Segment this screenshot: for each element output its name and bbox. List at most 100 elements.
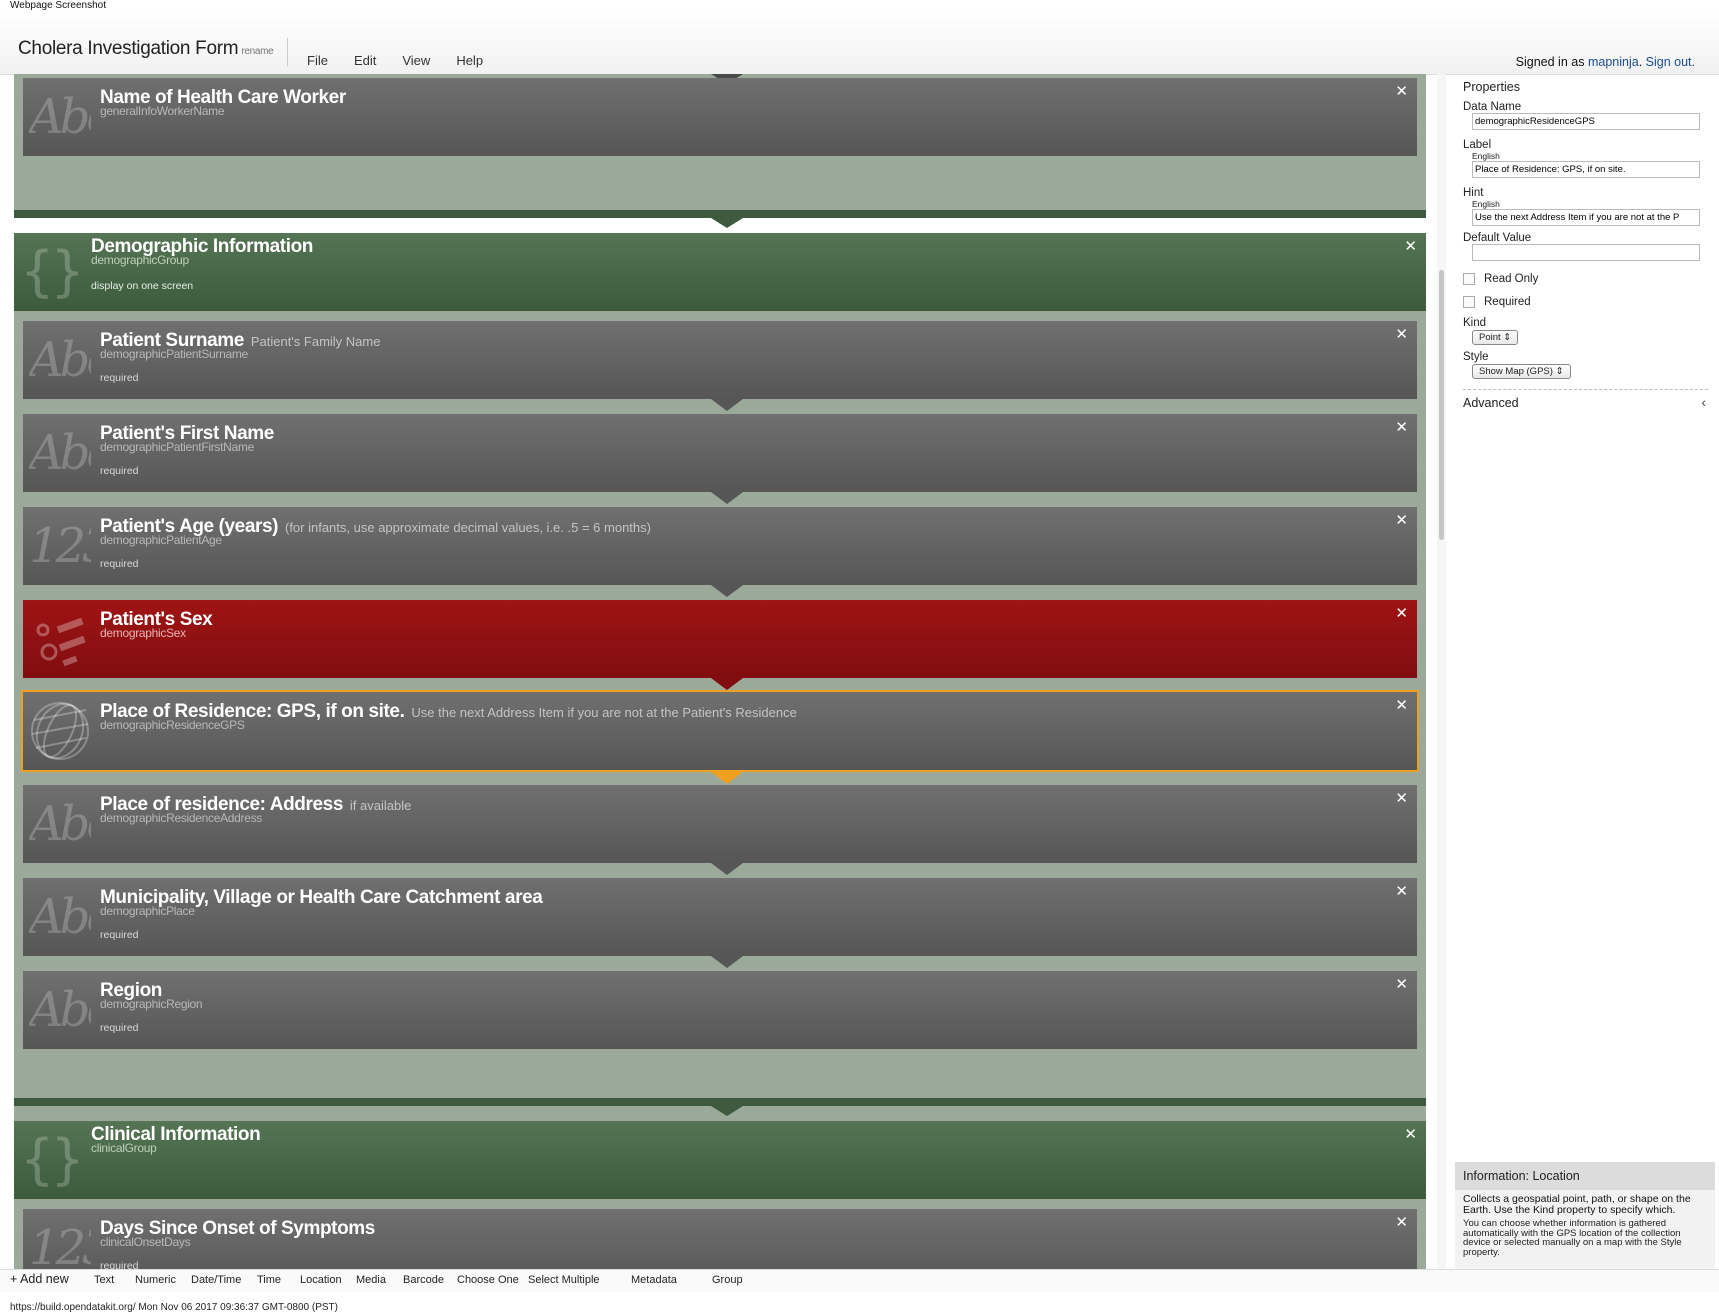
required-note: required <box>100 465 139 477</box>
group-data-name: demographicGroup <box>91 253 189 267</box>
menu-edit[interactable]: Edit <box>354 53 376 68</box>
question-card[interactable]: Abc Region demographicRegion required ✕ <box>23 971 1417 1049</box>
close-icon[interactable]: ✕ <box>1395 789 1408 807</box>
add-new-label: + Add new <box>10 1272 69 1286</box>
question-hint: if available <box>349 798 412 813</box>
close-icon[interactable]: ✕ <box>1395 325 1408 343</box>
close-icon[interactable]: ✕ <box>1404 1125 1417 1143</box>
kind-select[interactable]: Point ⇕ <box>1472 330 1519 345</box>
data-name-field[interactable] <box>1472 113 1700 130</box>
text-type-icon: Abc <box>29 332 91 388</box>
close-icon[interactable]: ✕ <box>1395 975 1408 993</box>
palette-text[interactable]: Text <box>94 1274 114 1286</box>
question-data-name: demographicPatientFirstName <box>100 440 254 454</box>
close-icon[interactable]: ✕ <box>1395 418 1408 436</box>
text-type-icon: Abc <box>29 425 91 481</box>
label-label: Label <box>1463 139 1492 151</box>
question-card[interactable]: Abc Patient's First Name demographicPati… <box>23 414 1417 492</box>
required-note: required <box>100 1260 139 1269</box>
numeric-type-icon: 123 <box>29 518 91 574</box>
question-card[interactable]: Abc Place of residence: Address if avail… <box>23 785 1417 863</box>
label-language: English <box>1472 151 1500 161</box>
close-icon[interactable]: ✕ <box>1395 696 1408 714</box>
question-card-selected[interactable]: Place of Residence: GPS, if on site. Use… <box>21 690 1419 772</box>
required-checkbox[interactable] <box>1463 296 1475 308</box>
canvas-scrollbar[interactable] <box>1437 74 1446 1269</box>
browser-status-url: https://build.opendatakit.org/ Mon Nov 0… <box>10 1302 338 1313</box>
question-hint: (for infants, use approximate decimal va… <box>284 520 651 535</box>
rename-link[interactable]: rename <box>241 46 273 57</box>
palette-location[interactable]: Location <box>300 1274 342 1286</box>
palette-select-multiple[interactable]: Select Multiple <box>528 1274 600 1286</box>
close-icon[interactable]: ✕ <box>1395 511 1408 529</box>
question-card[interactable]: Abc Patient Surname Patient's Family Nam… <box>23 321 1417 399</box>
question-card[interactable]: Abc Name of Health Care Worker generalIn… <box>23 78 1417 156</box>
style-select[interactable]: Show Map (GPS) ⇕ <box>1472 364 1571 379</box>
palette-group[interactable]: Group <box>712 1274 743 1286</box>
required-note: required <box>100 929 139 941</box>
question-data-name: demographicResidenceGPS <box>100 718 245 732</box>
group-data-name: clinicalGroup <box>91 1141 157 1155</box>
information-detail: You can choose whether information is ga… <box>1463 1218 1682 1258</box>
palette-numeric[interactable]: Numeric <box>135 1274 176 1286</box>
palette-time[interactable]: Time <box>257 1274 281 1286</box>
control-palette: + Add new Text Numeric Date/Time Time Lo… <box>0 1269 1719 1292</box>
group-type-icon: {} <box>20 241 82 303</box>
palette-date-time[interactable]: Date/Time <box>191 1274 241 1286</box>
read-only-label: Read Only <box>1484 273 1539 285</box>
palette-barcode[interactable]: Barcode <box>403 1274 444 1286</box>
palette-media[interactable]: Media <box>356 1274 386 1286</box>
read-only-option[interactable]: Read Only <box>1463 273 1708 285</box>
hint-label: Hint <box>1463 187 1484 199</box>
style-label: Style <box>1463 351 1489 363</box>
question-data-name: generalInfoWorkerName <box>100 104 225 118</box>
question-card[interactable]: Patient's Sex demographicSex ✕ <box>23 600 1417 678</box>
question-data-name: demographicResidenceAddress <box>100 811 262 825</box>
data-name-label: Data Name <box>1463 101 1522 113</box>
question-card[interactable]: Abc Municipality, Village or Health Care… <box>23 878 1417 956</box>
close-icon[interactable]: ✕ <box>1395 604 1408 622</box>
hint-field[interactable] <box>1472 209 1700 226</box>
text-type-icon: Abc <box>29 89 91 145</box>
form-title: Cholera Investigation Form rename <box>18 38 274 60</box>
question-hint: Use the next Address Item if you are not… <box>411 705 797 720</box>
flow-arrow <box>711 678 743 690</box>
menu-file[interactable]: File <box>307 53 328 68</box>
style-select-value: Show Map (GPS) <box>1479 366 1553 377</box>
question-card[interactable]: 123 Days Since Onset of Symptoms clinica… <box>23 1209 1417 1269</box>
question-data-name: demographicPatientAge <box>100 533 222 547</box>
close-icon[interactable]: ✕ <box>1395 82 1408 100</box>
menu-help[interactable]: Help <box>456 53 483 68</box>
title-divider <box>287 38 288 66</box>
screenshot-caption: Webpage Screenshot <box>10 0 106 11</box>
scrollbar-thumb[interactable] <box>1439 270 1444 540</box>
default-value-field[interactable] <box>1472 244 1700 261</box>
required-note: required <box>100 1022 139 1034</box>
question-data-name: demographicSex <box>100 626 186 640</box>
advanced-section-toggle[interactable]: Advanced ‹ <box>1463 389 1708 410</box>
question-card[interactable]: 123 Patient's Age (years) (for infants, … <box>23 507 1417 585</box>
menu-bar: File Edit View Help <box>307 53 509 68</box>
close-icon[interactable]: ✕ <box>1395 882 1408 900</box>
flow-arrow <box>711 863 743 875</box>
menu-view[interactable]: View <box>402 53 430 68</box>
required-note: required <box>100 372 139 384</box>
label-field[interactable] <box>1472 161 1700 178</box>
signed-in-status: Signed in as mapninja. Sign out. <box>1516 55 1695 69</box>
required-option[interactable]: Required <box>1463 296 1708 308</box>
chevron-left-icon: ‹ <box>1701 394 1706 410</box>
information-heading: Information: Location <box>1455 1162 1715 1190</box>
text-type-icon: Abc <box>29 796 91 852</box>
sign-out-link[interactable]: Sign out. <box>1646 55 1695 69</box>
numeric-type-icon: 123 <box>29 1220 91 1269</box>
group-header[interactable]: {} Demographic Information demographicGr… <box>14 233 1426 311</box>
palette-metadata[interactable]: Metadata <box>631 1274 677 1286</box>
close-icon[interactable]: ✕ <box>1395 1213 1408 1231</box>
palette-choose-one[interactable]: Choose One <box>457 1274 519 1286</box>
close-icon[interactable]: ✕ <box>1404 237 1417 255</box>
read-only-checkbox[interactable] <box>1463 273 1475 285</box>
group-header[interactable]: {} Clinical Information clinicalGroup ✕ <box>14 1121 1426 1199</box>
user-link[interactable]: mapninja <box>1588 55 1639 69</box>
select-arrows-icon: ⇕ <box>1503 332 1512 343</box>
question-data-name: demographicRegion <box>100 997 203 1011</box>
